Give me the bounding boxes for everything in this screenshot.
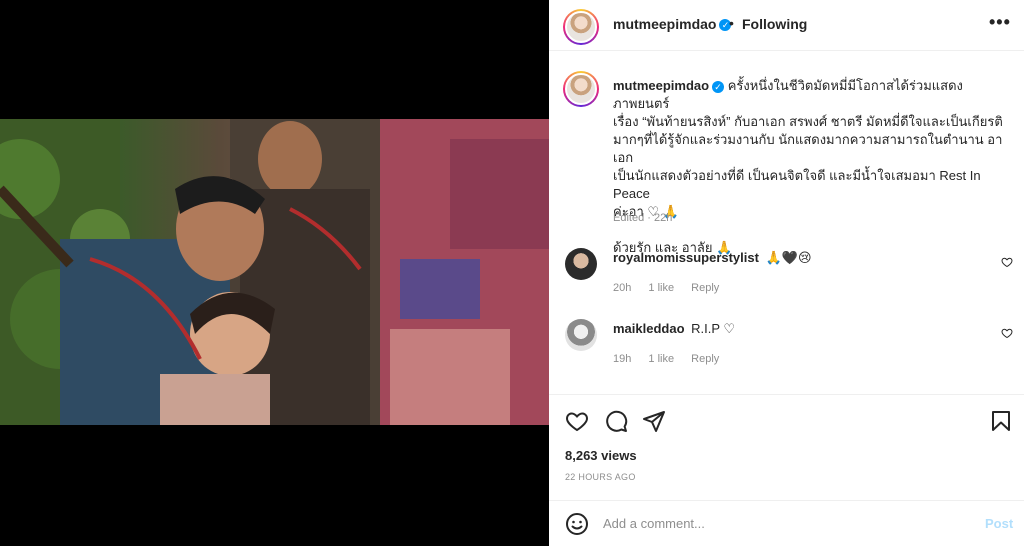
author-username-text[interactable]: mutmeepimdao [613,16,716,32]
reply-button[interactable]: Reply [691,353,719,365]
video-frame[interactable] [0,119,549,425]
comment-likes[interactable]: 1 like [648,353,674,365]
scene-illustration [0,119,549,425]
share-icon[interactable] [642,409,666,433]
caption-avatar[interactable] [563,71,599,107]
following-button[interactable]: Following [742,16,807,32]
comment-body: R.I.P ♡ [691,321,736,336]
action-bar [549,394,1024,454]
author-avatar[interactable] [563,9,599,45]
comment-username[interactable]: royalmomissuperstylist [613,250,759,265]
views-count[interactable]: 8,263 views [565,448,637,463]
comments-section: mutmeepimdao ✓ ครั้งหนึ่งในชีวิตมัดหมี่มี… [549,52,1024,392]
caption-username[interactable]: mutmeepimdao [613,78,709,93]
caption-line-4: เป็นนักแสดงตัวอย่างที่ดี เป็นคนจิตใจดี แ… [613,168,981,201]
reply-button[interactable]: Reply [691,282,719,294]
comment-username[interactable]: maikleddao [613,321,685,336]
bookmark-icon[interactable] [989,409,1013,433]
comment-time[interactable]: 20h [613,282,631,294]
post-comment-button[interactable]: Post [985,516,1013,531]
heart-icon[interactable] [565,409,589,433]
comment-input[interactable] [603,512,963,534]
verified-icon: ✓ [712,80,725,93]
more-options-icon[interactable]: ••• [989,12,1011,33]
comment-text: maikleddao R.I.P ♡ [613,321,735,337]
comment-meta: 20h 1 like Reply [613,282,733,294]
comment-icon[interactable] [604,409,628,433]
caption-text: mutmeepimdao ✓ ครั้งหนึ่งในชีวิตมัดหมี่มี… [613,77,1013,257]
commenter-avatar[interactable] [565,319,597,351]
author-username[interactable]: mutmeepimdao ✓ [613,16,732,32]
comment-meta: 19h 1 like Reply [613,353,733,365]
post-header: mutmeepimdao ✓ • Following ••• [549,0,1024,51]
comment-text: royalmomissuperstylist 🙏🖤😢 [613,250,812,266]
commenter-avatar[interactable] [565,248,597,280]
post-panel: mutmeepimdao ✓ • Following ••• mutmeepimd… [549,0,1024,546]
comment-likes[interactable]: 1 like [648,282,674,294]
emoji-icon[interactable] [565,512,589,536]
separator-dot: • [729,15,734,31]
post-media[interactable] [0,0,549,546]
caption-line-3: มากๆที่ได้รู้จักและร่วมงานกับ นักแสดงมาก… [613,132,1003,165]
caption-edited: Edited · 22h [613,212,673,224]
caption-line-2: เรื่อง “พันท้ายนรสิงห์” กับอาเอก สรพงศ์ … [613,114,1003,129]
comment-time[interactable]: 19h [613,353,631,365]
like-comment-heart-icon[interactable] [1001,256,1013,268]
comment-body: 🙏🖤😢 [765,250,812,265]
post-timestamp: 22 HOURS AGO [565,472,636,482]
like-comment-heart-icon[interactable] [1001,327,1013,339]
add-comment-bar: Post [549,500,1024,546]
